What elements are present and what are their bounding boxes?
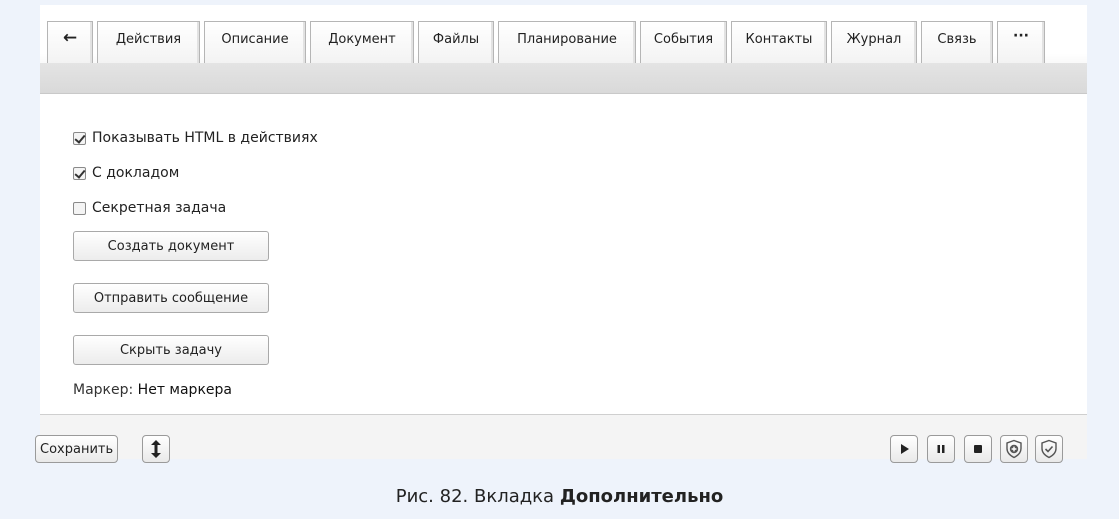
- show-html-label: Показывать HTML в действиях: [92, 130, 318, 146]
- tab-journal[interactable]: Журнал: [831, 21, 917, 63]
- tab-label: События: [653, 32, 714, 47]
- shield-plus-button[interactable]: [1000, 435, 1028, 463]
- tab-link[interactable]: Связь: [921, 21, 993, 63]
- task-window: ← Действия Описание Документ Файлы Плани…: [35, 5, 1087, 463]
- tab-planning[interactable]: Планирование: [498, 21, 636, 63]
- tab-label: Документ: [328, 32, 396, 47]
- tab-document[interactable]: Документ: [310, 21, 414, 63]
- stop-icon: [974, 445, 982, 453]
- shield-check-icon: [1041, 439, 1057, 459]
- tab-bar: ← Действия Описание Документ Файлы Плани…: [40, 5, 1087, 94]
- pause-button[interactable]: [927, 435, 955, 463]
- tab-label: Файлы: [432, 32, 480, 47]
- secret-task-label: Секретная задача: [92, 200, 227, 216]
- tab-content: Показывать HTML в действиях С докладом С…: [40, 94, 1087, 415]
- resize-icon: [151, 440, 161, 458]
- resize-button[interactable]: [142, 435, 170, 463]
- tab-bar-strip: [40, 63, 1087, 93]
- tab-label: Контакты: [745, 32, 813, 47]
- option-show-html: Показывать HTML в действиях: [73, 130, 318, 146]
- secret-task-checkbox[interactable]: [73, 201, 86, 215]
- tab-back[interactable]: ←: [47, 21, 93, 63]
- shield-check-button[interactable]: [1035, 435, 1063, 463]
- option-secret-task: Секретная задача: [73, 200, 226, 216]
- marker-label: Маркер:: [73, 382, 134, 398]
- create-document-button[interactable]: Создать документ: [73, 231, 269, 261]
- shield-plus-icon: [1006, 439, 1022, 459]
- tab-contacts[interactable]: Контакты: [731, 21, 827, 63]
- tabs: ← Действия Описание Документ Файлы Плани…: [47, 21, 1045, 63]
- with-report-label: С докладом: [92, 165, 180, 181]
- tab-label: Описание: [221, 32, 289, 47]
- caption-bold: Дополнительно: [559, 486, 724, 507]
- pause-icon: [937, 445, 945, 453]
- marker-value: Нет маркера: [137, 382, 232, 398]
- tab-description[interactable]: Описание: [204, 21, 306, 63]
- tab-label: Планирование: [517, 32, 617, 47]
- send-message-button[interactable]: Отправить сообщение: [73, 283, 269, 313]
- save-button[interactable]: Сохранить: [35, 435, 119, 463]
- play-icon: [901, 444, 909, 454]
- caption-prefix: Рис. 82. Вкладка: [395, 486, 555, 507]
- with-report-checkbox[interactable]: [73, 166, 86, 180]
- tab-label: Действия: [115, 32, 182, 47]
- show-html-checkbox[interactable]: [73, 131, 86, 145]
- more-icon: ···: [1013, 28, 1029, 44]
- stop-button[interactable]: [964, 435, 992, 463]
- hide-task-button[interactable]: Скрыть задачу: [73, 335, 269, 365]
- option-with-report: С докладом: [73, 165, 179, 181]
- play-button[interactable]: [890, 435, 918, 463]
- tab-events[interactable]: События: [640, 21, 727, 63]
- tab-more[interactable]: ···: [997, 21, 1045, 63]
- tab-label: Связь: [937, 32, 977, 47]
- tab-files[interactable]: Файлы: [418, 21, 494, 63]
- tab-actions[interactable]: Действия: [97, 21, 200, 63]
- figure-caption: Рис. 82. Вкладка Дополнительно: [0, 486, 1119, 507]
- page: ← Действия Описание Документ Файлы Плани…: [0, 0, 1119, 519]
- tab-label: Журнал: [846, 32, 902, 47]
- marker-row: Маркер: Нет маркера: [73, 382, 232, 398]
- arrow-left-icon: ←: [62, 28, 78, 48]
